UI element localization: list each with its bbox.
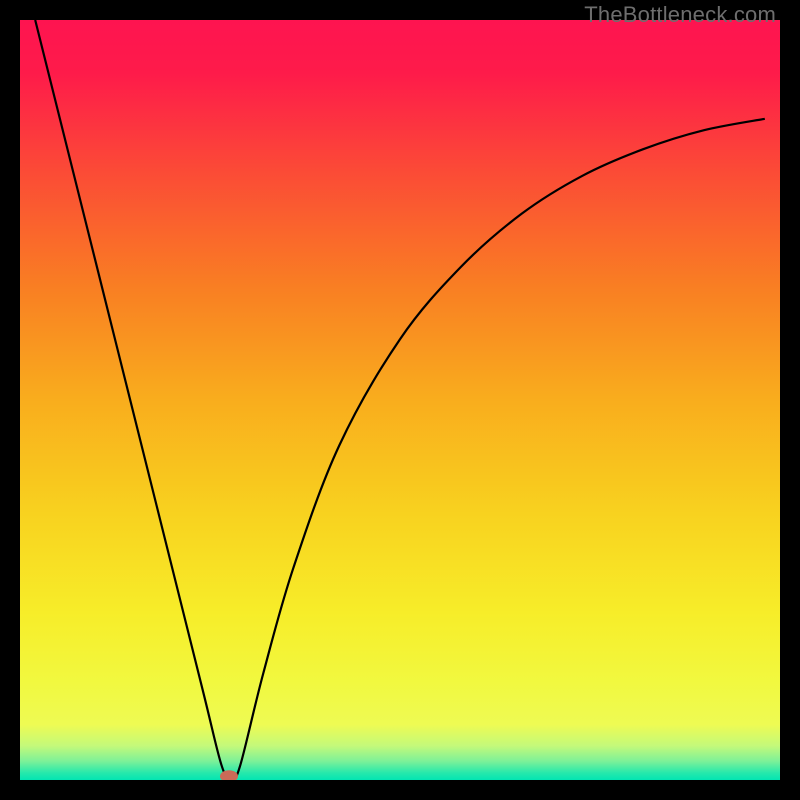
chart-canvas xyxy=(20,20,780,780)
heatmap-background xyxy=(20,20,780,780)
chart-frame xyxy=(20,20,780,780)
watermark-text: TheBottleneck.com xyxy=(584,2,776,28)
